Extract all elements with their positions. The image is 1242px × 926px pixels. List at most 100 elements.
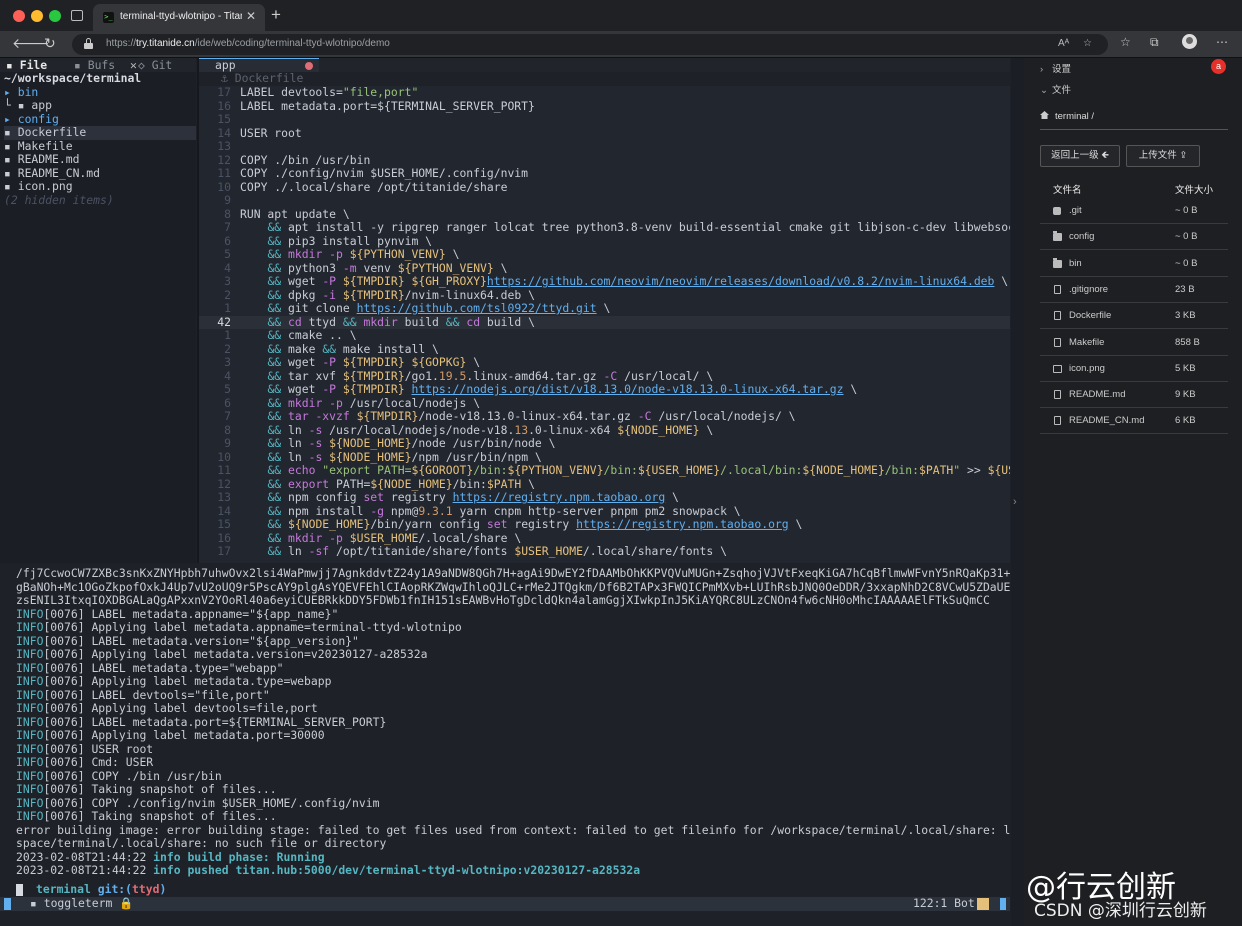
url-field[interactable]: https://try.titanide.cn/ide/web/coding/t… xyxy=(72,34,1108,55)
tree-item[interactable]: └ ▪ app xyxy=(4,98,196,113)
read-aloud-icon[interactable]: Aᴬ xyxy=(1058,38,1069,49)
code-line: 13 xyxy=(199,139,1010,154)
explorer-tabs: ▪ File ▪ Bufs ◇ Git ✕ xyxy=(0,58,196,72)
close-window-button[interactable] xyxy=(13,10,25,22)
reload-icon[interactable]: ↻ xyxy=(44,35,56,52)
code-line: 11 && echo "export PATH=${GOROOT}/bin:${… xyxy=(199,463,1010,478)
breadcrumb: ⚓ Dockerfile xyxy=(221,71,304,85)
close-buffer-icon[interactable] xyxy=(305,62,313,70)
tree-item[interactable]: (2 hidden items) xyxy=(4,193,196,208)
collections-icon[interactable]: ⧉ xyxy=(1150,35,1159,50)
file-row[interactable]: Makefile 858 B xyxy=(1040,330,1228,356)
terminal-output[interactable]: /fj7CcwoCW7ZXBc3snKxZNYHpbh7uhwOvx2lsi4W… xyxy=(0,567,1010,899)
line-number: 4 xyxy=(224,368,231,383)
favorite-add-icon[interactable]: ☆ xyxy=(1083,38,1092,49)
line-number: 6 xyxy=(224,233,231,248)
files-section[interactable]: ⌄ 文件 xyxy=(1040,82,1071,96)
file-row[interactable]: icon.png 5 KB xyxy=(1040,356,1228,382)
code-line: 12 COPY ./bin /usr/bin xyxy=(199,152,1010,168)
file-row[interactable]: Dockerfile 3 KB xyxy=(1040,303,1228,330)
file-row[interactable]: README.md 9 KB xyxy=(1040,382,1228,409)
line-number: 7 xyxy=(224,220,231,234)
tree-item[interactable]: ▪ Dockerfile xyxy=(4,125,196,140)
browser-tab-title: terminal-ttyd-wlotnipo - Titanide xyxy=(120,11,242,22)
back-up-button[interactable]: 返回上一级 🡸 xyxy=(1040,145,1120,167)
tree-item[interactable]: ▪ Makefile xyxy=(4,139,196,154)
file-row[interactable]: .gitignore 23 B xyxy=(1040,277,1228,303)
file-size: ~ 0 B xyxy=(1175,205,1198,216)
tree-item[interactable]: ▸ config xyxy=(4,112,196,127)
path-breadcrumb: terminal / xyxy=(1040,108,1228,130)
terminal-line: gBaNOh+Mc1OGoZkpofOxkJ4Up7vU2oUQ9r5PscAY… xyxy=(16,579,1010,594)
close-tab-icon[interactable]: ✕ xyxy=(246,9,256,23)
maximize-window-button[interactable] xyxy=(49,10,61,22)
tab-app[interactable]: app xyxy=(199,58,319,72)
file-name: icon.png xyxy=(1069,362,1105,374)
tab-actions-icon[interactable] xyxy=(71,10,83,21)
watermark-caption: CSDN @深圳行云创新 xyxy=(1034,901,1207,921)
file-name: bin xyxy=(1069,257,1082,269)
tab-git[interactable]: ◇ Git xyxy=(138,58,172,72)
collapse-panel-icon[interactable]: › xyxy=(1013,496,1017,508)
line-number: 12 xyxy=(217,476,231,491)
new-tab-icon[interactable]: + xyxy=(271,5,281,25)
tree-item[interactable]: ▪ icon.png xyxy=(4,179,196,194)
code-line: 9 && ln -s ${NODE_HOME}/node /usr/bin/no… xyxy=(199,436,1010,451)
code-editor[interactable]: 17 LABEL devtools="file,port" 16 LABEL meta… xyxy=(199,86,1010,563)
code-text: RUN apt update \ xyxy=(240,206,350,221)
terminal-line: INFO[0076] LABEL metadata.appname="${app… xyxy=(16,606,339,621)
minimize-window-button[interactable] xyxy=(31,10,43,22)
tree-item[interactable]: ▪ README_CN.md xyxy=(4,166,196,181)
tree-item[interactable]: ▸ bin xyxy=(4,85,196,100)
code-text: && ${NODE_HOME}/bin/yarn config set regi… xyxy=(267,517,803,531)
code-line: 17 && ln -sf /opt/titanide/share/fonts $… xyxy=(199,544,1010,559)
panel-divider[interactable] xyxy=(1011,58,1024,926)
line-number: 14 xyxy=(217,125,231,140)
close-explorer-tab-icon[interactable]: ✕ xyxy=(130,58,137,72)
terminal-line: INFO[0076] Applying label metadata.versi… xyxy=(16,647,428,661)
tree-item[interactable]: ~/workspace/terminal xyxy=(4,71,196,86)
code-line: 15 xyxy=(199,112,1010,127)
tab-file[interactable]: ▪ File xyxy=(6,58,47,72)
code-text: && ln -s /usr/local/nodejs/node-v18.13.0… xyxy=(267,422,714,437)
settings-section[interactable]: › 设置 xyxy=(1040,61,1071,75)
line-number: 12 xyxy=(217,152,231,167)
code-line: 7 && tar -xvzf ${TMPDIR}/node-v18.13.0-l… xyxy=(199,409,1010,424)
upload-file-button[interactable]: 上传文件 ⇪ xyxy=(1126,145,1200,167)
browser-tab[interactable]: >_ terminal-ttyd-wlotnipo - Titanide ✕ xyxy=(93,4,265,31)
line-number: 7 xyxy=(224,409,231,423)
tree-item[interactable]: ▪ README.md xyxy=(4,152,196,167)
tab-bufs[interactable]: ▪ Bufs xyxy=(74,58,115,72)
profile-avatar[interactable] xyxy=(1182,34,1197,49)
user-badge[interactable]: a xyxy=(1211,59,1226,74)
home-icon[interactable] xyxy=(1040,111,1049,119)
terminal-prompt[interactable]: terminal git:(ttyd) xyxy=(0,882,1010,897)
code-text: && tar xvf ${TMPDIR}/go1.19.5.linux-amd6… xyxy=(267,368,714,383)
code-line: 17 LABEL devtools="file,port" xyxy=(199,86,1010,100)
line-number: 1 xyxy=(224,328,231,342)
file-row[interactable]: README_CN.md 6 KB xyxy=(1040,408,1228,435)
code-text: LABEL devtools="file,port" xyxy=(240,86,419,99)
code-text: && make && make install \ xyxy=(267,341,439,356)
file-name: config xyxy=(1069,231,1095,243)
file-row[interactable]: config ~ 0 B xyxy=(1040,224,1228,251)
code-text: && cd ttyd && mkdir build && cd build \ xyxy=(267,314,535,329)
code-line: 2 && make && make install \ xyxy=(199,341,1010,357)
url-text: https://try.titanide.cn/ide/web/coding/t… xyxy=(106,38,390,49)
img-icon xyxy=(1053,364,1062,373)
folder-icon xyxy=(1053,257,1062,268)
favorites-icon[interactable]: ☆ xyxy=(1120,35,1131,49)
terminal-line: INFO[0076] Applying label metadata.appna… xyxy=(16,620,462,634)
code-text: && echo "export PATH=${GOROOT}/bin:${PYT… xyxy=(267,463,1010,477)
lock-icon xyxy=(84,38,93,49)
more-menu-icon[interactable]: ⋯ xyxy=(1216,35,1228,49)
code-text: COPY ./config/nvim $USER_HOME/.config/nv… xyxy=(240,166,529,180)
address-bar: 🡐 ↻ https://try.titanide.cn/ide/web/codi… xyxy=(0,31,1242,58)
file-row[interactable]: bin ~ 0 B xyxy=(1040,251,1228,277)
code-line: 11 COPY ./config/nvim $USER_HOME/.config/… xyxy=(199,166,1010,181)
code-line: 2 && dpkg -i ${TMPDIR}/nvim-linux64.deb … xyxy=(199,288,1010,303)
vim-editor: ▪ File ▪ Bufs ◇ Git ✕ ~/workspace/termin… xyxy=(0,58,1024,926)
file-row[interactable]: .git ~ 0 B xyxy=(1040,198,1228,224)
buffer-name: ▪ toggleterm 🔒 xyxy=(30,896,134,910)
